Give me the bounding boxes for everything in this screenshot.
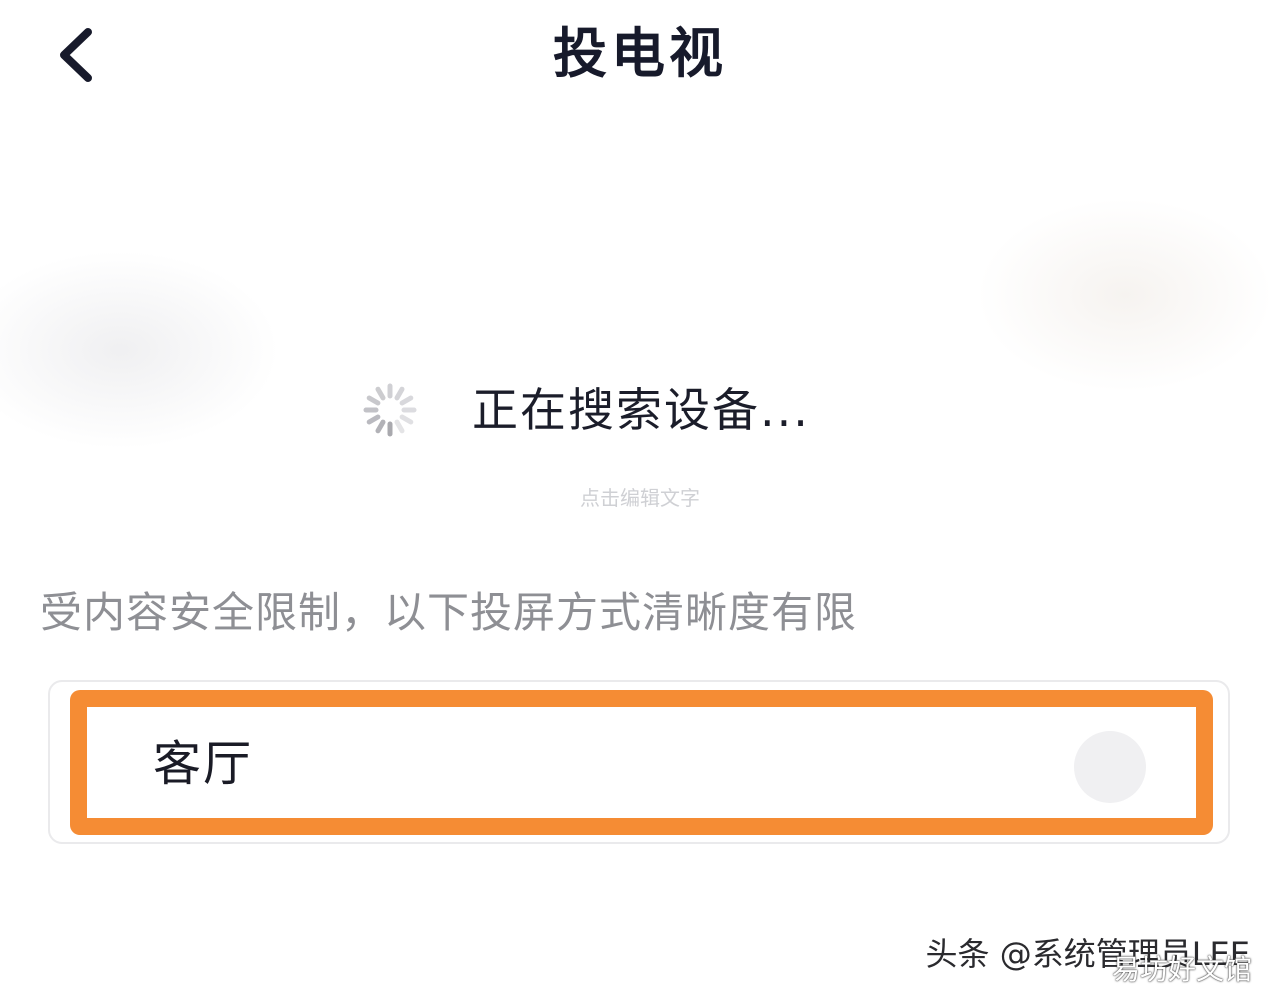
header: 投电视 bbox=[0, 0, 1280, 110]
search-status-text: 正在搜索设备... bbox=[472, 383, 810, 437]
page-title: 投电视 bbox=[553, 22, 727, 85]
loading-spinner-icon bbox=[363, 383, 417, 437]
background-blur bbox=[980, 200, 1270, 390]
search-status-row: 正在搜索设备... bbox=[360, 375, 810, 445]
cast-to-tv-screen: 投电视 正在搜索设备... 点击编辑文字 受内容安全限制，以下投屏方式清晰度有限 bbox=[0, 0, 1280, 998]
device-item-living-room[interactable]: 客厅 bbox=[70, 690, 1213, 835]
device-radio[interactable] bbox=[1074, 731, 1146, 803]
content-restriction-notice: 受内容安全限制，以下投屏方式清晰度有限 bbox=[40, 588, 858, 637]
edit-hint: 点击编辑文字 bbox=[580, 486, 700, 510]
device-name: 客厅 bbox=[153, 736, 254, 792]
watermark-overlay: 易坊好文馆 bbox=[1111, 953, 1252, 986]
background-blur bbox=[0, 250, 280, 450]
